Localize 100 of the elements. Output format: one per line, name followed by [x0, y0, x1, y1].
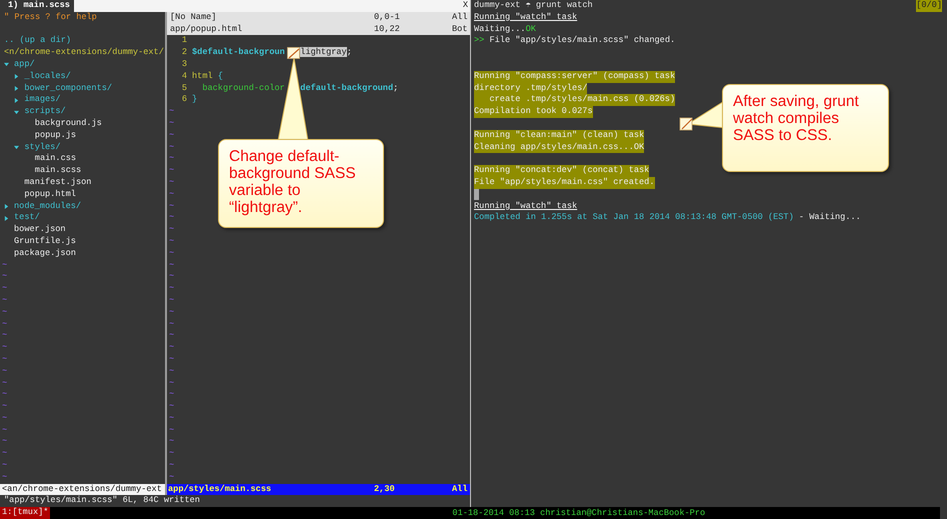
code-line: html {	[192, 70, 223, 83]
file-item[interactable]: main.scss	[34, 165, 82, 177]
terminal-line: Completed in 1.255s at Sat Jan 18 2014 08:13:48 GMT-0500 (EST) - Waiting...	[474, 212, 861, 224]
buffer-position: 10,22	[374, 24, 401, 36]
collapsed-arrow-icon[interactable]	[4, 204, 9, 209]
collapsed-arrow-icon[interactable]	[4, 216, 9, 221]
callout-text: Change default-background SASS variable to “lightgray”.	[229, 148, 357, 216]
buffer-name[interactable]: [No Name]	[170, 12, 374, 24]
expanded-arrow-icon[interactable]	[4, 62, 9, 68]
empty-line-marker: ~	[169, 330, 174, 342]
folder-item[interactable]: bower_components/	[24, 82, 112, 94]
folder-item[interactable]: images/	[24, 94, 60, 106]
empty-line-marker: ~	[2, 271, 8, 284]
folder-item[interactable]: scripts/	[24, 106, 66, 118]
empty-line-marker: ~	[2, 330, 8, 342]
empty-line-marker: ~	[169, 401, 174, 413]
empty-line-marker: ~	[169, 153, 174, 166]
folder-item[interactable]: styles/	[24, 142, 60, 154]
shell-prompt: dummy-ext ☂ grunt watch	[474, 0, 593, 12]
terminal-line: Waiting...OK	[474, 24, 536, 36]
status-file-name: app/styles/main.scss	[168, 484, 272, 496]
terminal-line: Running "watch" task	[474, 12, 578, 24]
line-number: 1	[180, 35, 188, 48]
line-number: 2	[180, 47, 188, 59]
empty-line-marker: ~	[169, 142, 174, 154]
empty-line-marker: ~	[169, 260, 174, 272]
empty-line-marker: ~	[169, 236, 174, 248]
status-position: 2,30	[374, 484, 396, 496]
empty-line-marker: ~	[169, 188, 174, 201]
file-item[interactable]: bower.json	[14, 224, 66, 236]
empty-line-marker: ~	[2, 436, 8, 448]
empty-line-marker: ~	[169, 342, 174, 354]
empty-line-marker: ~	[2, 401, 8, 413]
expanded-arrow-icon[interactable]	[14, 110, 20, 115]
root-path: <n/chrome-extensions/dummy-ext/	[3, 47, 165, 59]
empty-line-marker: ~	[169, 294, 174, 307]
empty-line-marker: ~	[2, 366, 8, 378]
pane-counter: [0/0]	[916, 0, 942, 12]
empty-line-marker: ~	[169, 378, 174, 390]
terminal-line: >> File "app/styles/main.scss" changed.	[474, 35, 676, 48]
line-number: 4	[180, 70, 188, 83]
collapsed-arrow-icon[interactable]	[14, 86, 20, 91]
empty-line-marker: ~	[169, 165, 174, 177]
empty-line-marker: ~	[2, 424, 8, 436]
file-item[interactable]: manifest.json	[24, 176, 92, 189]
empty-line-marker: ~	[169, 212, 174, 224]
file-item[interactable]: package.json	[14, 248, 76, 260]
empty-line-marker: ~	[169, 424, 174, 436]
empty-line-marker: ~	[169, 306, 174, 319]
terminal-cursor	[474, 189, 479, 200]
status-scroll: All	[452, 484, 468, 496]
empty-line-marker: ~	[2, 472, 8, 484]
empty-line-marker: ~	[169, 389, 174, 402]
empty-line-marker: ~	[2, 460, 8, 472]
empty-line-marker: ~	[169, 436, 174, 448]
expanded-arrow-icon[interactable]	[14, 144, 20, 150]
file-item[interactable]: Gruntfile.js	[14, 236, 76, 248]
folder-item[interactable]: app/	[14, 58, 35, 71]
empty-line-marker: ~	[169, 224, 174, 236]
file-item[interactable]: popup.html	[24, 188, 76, 201]
empty-line-marker: ~	[2, 260, 8, 272]
file-item[interactable]: background.js	[34, 118, 102, 130]
buffer-scroll: All	[452, 12, 468, 24]
empty-line-marker: ~	[169, 130, 174, 142]
file-item[interactable]: popup.js	[34, 130, 76, 142]
empty-line-marker: ~	[169, 118, 174, 130]
folder-item[interactable]: node_modules/	[14, 200, 82, 212]
collapsed-arrow-icon[interactable]	[14, 74, 20, 80]
empty-line-marker: ~	[169, 283, 174, 295]
code-line: background-color default-background;	[201, 82, 398, 94]
empty-line-marker: ~	[2, 318, 8, 330]
callout-text: After saving, grunt watch compiles SASS to CSS.	[733, 93, 860, 144]
folder-item[interactable]: test/	[14, 212, 40, 224]
empty-line-marker: ~	[2, 283, 8, 295]
collapsed-arrow-icon[interactable]	[14, 98, 20, 103]
close-tab-button[interactable]: X	[462, 0, 470, 12]
line-number: 6	[180, 94, 188, 106]
empty-line-marker: ~	[169, 106, 174, 118]
file-item[interactable]: main.css	[34, 153, 76, 166]
tmux-window-tab[interactable]: 1:[tmux]*	[0, 507, 50, 519]
empty-line-marker: ~	[169, 271, 174, 284]
empty-line-marker: ~	[2, 294, 8, 307]
buffer-name[interactable]: app/popup.html	[170, 24, 374, 36]
line-number: 5	[180, 82, 188, 94]
code-line: $default-backgroun lightgray;	[192, 47, 352, 59]
help-hint: " Press ? for help	[3, 12, 98, 24]
empty-line-marker: ~	[169, 412, 174, 425]
empty-line-marker: ~	[2, 412, 8, 425]
empty-line-marker: ~	[169, 448, 174, 460]
empty-line-marker: ~	[2, 354, 8, 366]
line-number: 3	[180, 58, 188, 71]
editor-tab[interactable]: 1) main.scss	[0, 0, 74, 12]
up-directory-link[interactable]: .. (up a dir)	[0, 35, 165, 48]
code-line: }	[192, 94, 198, 106]
empty-line-marker: ~	[2, 378, 8, 390]
empty-line-marker: ~	[2, 448, 8, 460]
empty-line-marker: ~	[169, 460, 174, 472]
folder-item[interactable]: _locales/	[24, 70, 71, 83]
tmux-status: 01-18-2014 08:13 christian@Christians-MacBook-Pro	[452, 508, 706, 518]
empty-line-marker: ~	[169, 472, 174, 484]
